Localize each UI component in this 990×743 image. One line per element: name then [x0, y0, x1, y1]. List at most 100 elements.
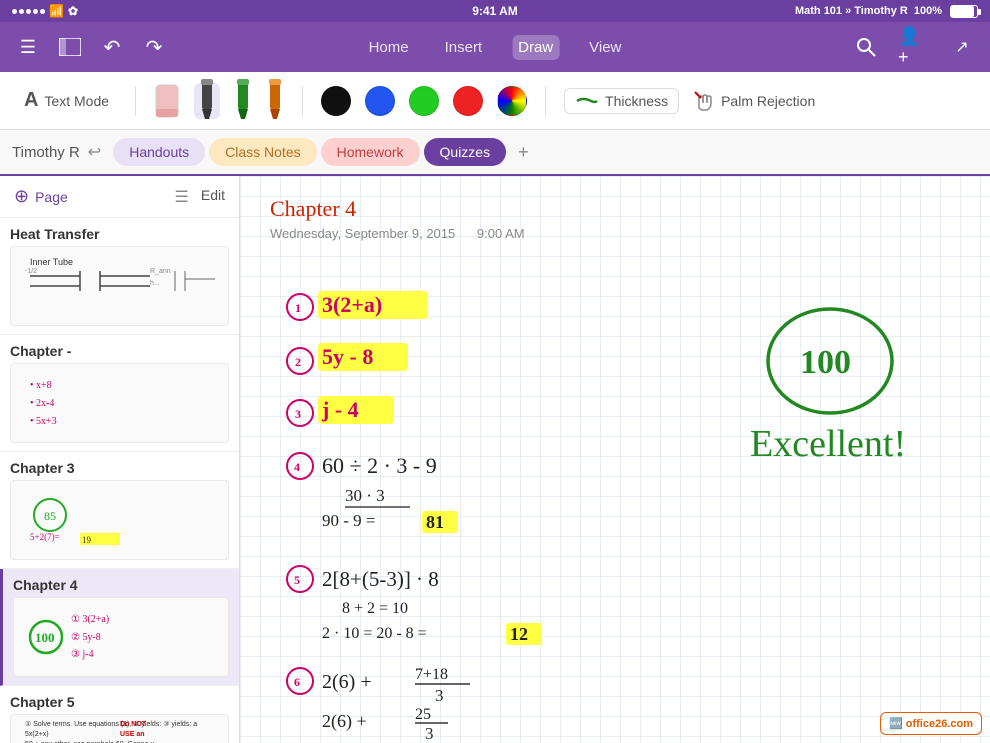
svg-text:25: 25: [415, 706, 431, 723]
redo-button[interactable]: ↷: [138, 31, 170, 63]
svg-text:h...: h...: [150, 280, 160, 287]
insert-tab[interactable]: Insert: [439, 35, 489, 60]
page-title: Chapter -: [10, 343, 229, 359]
expand-button[interactable]: ↗: [946, 31, 978, 63]
notebook-undo-icon[interactable]: ↩: [88, 142, 101, 162]
text-a-icon: A: [24, 89, 38, 112]
status-bar: 📶 ✿ 9:41 AM Math 101 » Timothy R 100%: [0, 0, 990, 22]
color-green[interactable]: [409, 86, 439, 116]
page-thumbnail: ① Solve terms. Use equations (1), ② yiel…: [10, 714, 229, 743]
svg-text:2[8+(5-3)] · 8: 2[8+(5-3)] · 8: [322, 567, 439, 591]
marker-green-tool[interactable]: [234, 83, 252, 119]
page-item-chapter-5[interactable]: Chapter 5 ① Solve terms. Use equations (…: [0, 686, 239, 743]
page-item-chapter-3[interactable]: Chapter 3 85 5+2(7)= 19: [0, 452, 239, 569]
page-thumbnail: • x+8 • 2x-4 • 5x+3: [10, 363, 229, 443]
page-item-chapter-4[interactable]: Chapter 4 100 ① 3(2+a) ② 5y-8 ③ j-4: [0, 569, 239, 686]
tab-homework[interactable]: Homework: [321, 138, 420, 166]
svg-text:• 2x-4: • 2x-4: [30, 398, 54, 409]
tab-classnotes[interactable]: Class Notes: [209, 138, 316, 166]
svg-text:5y - 8: 5y - 8: [322, 344, 373, 369]
svg-text:2(6) +: 2(6) +: [322, 711, 367, 732]
page-thumbnail: 100 ① 3(2+a) ② 5y-8 ③ j-4: [13, 597, 229, 677]
svg-text:• x+8: • x+8: [30, 380, 52, 391]
date-text: Wednesday, September 9, 2015: [270, 226, 455, 241]
text-mode-button[interactable]: A Text Mode: [16, 85, 117, 116]
svg-text:Do NOT: Do NOT: [120, 721, 147, 728]
svg-text:4: 4: [294, 460, 300, 474]
svg-text:5+2(7)=: 5+2(7)=: [30, 532, 60, 542]
search-button[interactable]: [850, 31, 882, 63]
main-toolbar: ☰ ↶ ↷ Home Insert Draw View 👤+ ↗: [0, 22, 990, 72]
tab-handouts[interactable]: Handouts: [113, 138, 205, 166]
sidebar-icons: ☰ Edit: [175, 187, 225, 207]
home-tab[interactable]: Home: [363, 35, 415, 60]
svg-text:j - 4: j - 4: [321, 397, 359, 422]
edit-label[interactable]: Edit: [201, 187, 225, 207]
palm-rejection-button[interactable]: Palm Rejection: [693, 90, 815, 112]
note-area[interactable]: Chapter 4 Wednesday, September 9, 2015 9…: [240, 176, 990, 743]
color-black[interactable]: [321, 86, 351, 116]
thickness-label: Thickness: [605, 93, 668, 109]
svg-text:30 · 3: 30 · 3: [345, 486, 385, 505]
svg-text:5x(2+x): 5x(2+x): [25, 731, 49, 738]
svg-text:1: 1: [295, 301, 301, 315]
svg-text:② 5y-8: ② 5y-8: [71, 632, 101, 643]
separator-1: [135, 86, 136, 116]
tab-quizzes[interactable]: Quizzes: [424, 138, 507, 166]
notebook-tabs-row: Timothy R ↩ Handouts Class Notes Homewor…: [0, 130, 990, 176]
page-title: Heat Transfer: [10, 226, 229, 242]
status-title: 9:41 AM: [472, 4, 518, 18]
svg-text:2(6) +: 2(6) +: [322, 671, 372, 693]
add-tab-button[interactable]: +: [510, 142, 537, 163]
handwritten-content: 100 Excellent! 1 3(2+a) 2 5y - 8 3 j - 4: [270, 261, 990, 743]
svg-text:③ j-4: ③ j-4: [71, 649, 94, 660]
svg-text:100: 100: [35, 630, 55, 645]
svg-text:6: 6: [294, 675, 300, 689]
svg-text:3: 3: [295, 407, 301, 421]
status-left: 📶 ✿: [12, 4, 78, 18]
page-item-heat-transfer[interactable]: Heat Transfer Inner Tube -1/2 R_ann h...: [0, 218, 239, 335]
view-tab[interactable]: View: [583, 35, 627, 60]
svg-text:100: 100: [800, 344, 851, 381]
app-title: Math 101 » Timothy R: [795, 5, 908, 17]
thickness-button[interactable]: Thickness: [564, 88, 679, 114]
svg-text:81: 81: [426, 512, 444, 532]
eraser-tool[interactable]: [154, 83, 180, 119]
battery-percent: 100%: [914, 5, 942, 17]
menu-button[interactable]: ☰: [12, 31, 44, 63]
svg-text:USE an: USE an: [120, 731, 145, 738]
signal-icon: [12, 9, 45, 14]
svg-text:R_ann: R_ann: [150, 268, 171, 275]
svg-text:3: 3: [435, 686, 444, 705]
bluetooth-icon: ✿: [68, 4, 78, 18]
note-date: Wednesday, September 9, 2015 9:00 AM: [270, 226, 960, 241]
add-page-button[interactable]: ⊕ Page: [14, 186, 68, 207]
page-item-chapter-dash[interactable]: Chapter - • x+8 • 2x-4 • 5x+3: [0, 335, 239, 452]
sidebar-toggle-button[interactable]: [54, 31, 86, 63]
time-display: 9:41 AM: [472, 4, 518, 18]
svg-text:2: 2: [295, 355, 301, 369]
toolbar-left: ☰ ↶ ↷: [12, 31, 170, 63]
wifi-icon: 📶: [49, 4, 64, 18]
list-icon[interactable]: ☰: [175, 187, 189, 207]
page-thumbnail: Inner Tube -1/2 R_ann h...: [10, 246, 229, 326]
color-blue[interactable]: [365, 86, 395, 116]
page-title: Chapter 4: [13, 577, 229, 593]
sidebar: ⊕ Page ☰ Edit Heat Transfer Inner Tube -…: [0, 176, 240, 743]
svg-text:3: 3: [425, 724, 434, 743]
marker-orange-tool[interactable]: [266, 83, 284, 119]
marker-dark-tool[interactable]: [194, 83, 220, 119]
main-content: ⊕ Page ☰ Edit Heat Transfer Inner Tube -…: [0, 176, 990, 743]
page-title: Chapter 3: [10, 460, 229, 476]
svg-text:85: 85: [44, 509, 56, 523]
color-picker[interactable]: [497, 86, 527, 116]
draw-tab[interactable]: Draw: [512, 35, 559, 60]
undo-button[interactable]: ↶: [96, 31, 128, 63]
svg-text:19: 19: [82, 535, 92, 545]
toolbar-center: Home Insert Draw View: [363, 35, 628, 60]
color-red[interactable]: [453, 86, 483, 116]
svg-text:① Solve terms. Use equations (: ① Solve terms. Use equations (1), ② yiel…: [25, 720, 197, 728]
svg-text:3(2+a): 3(2+a): [322, 292, 382, 317]
separator-3: [545, 86, 546, 116]
add-person-button[interactable]: 👤+: [898, 31, 930, 63]
